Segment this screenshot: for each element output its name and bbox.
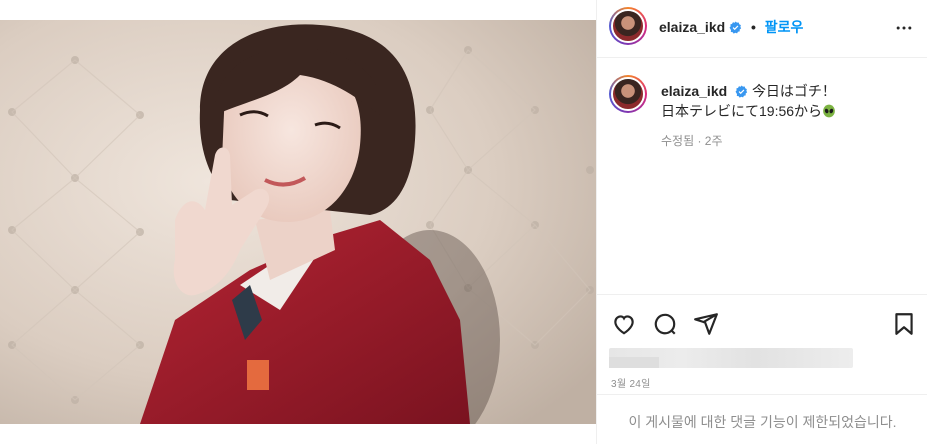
post-actions: 3월 24일 <box>597 294 927 394</box>
comments-disabled-text: 이 게시물에 대한 댓글 기능이 제한되었습니다. <box>628 414 897 430</box>
header-username[interactable]: elaiza_ikd <box>659 19 725 35</box>
post-photo[interactable] <box>0 20 596 424</box>
post-header: elaiza_ikd • 팔로우 <box>597 0 927 58</box>
avatar[interactable] <box>609 75 647 113</box>
post-side-panel: elaiza_ikd • 팔로우 elaiza_ikd 今日はゴチ！ 日本テレビ… <box>596 0 927 444</box>
alien-icon <box>823 104 835 118</box>
more-horizontal-icon[interactable] <box>894 18 914 38</box>
comments-disabled-bar: 이 게시물에 대한 댓글 기능이 제한되었습니다. <box>597 394 927 444</box>
likes-count-blurred <box>609 357 659 368</box>
bookmark-icon[interactable] <box>891 311 917 337</box>
caption-line-2: 日本テレビにて19:56から <box>661 103 823 119</box>
caption-meta: 수정됨 · 2주 <box>661 134 723 148</box>
caption-line-1: 今日はゴチ！ <box>751 83 836 99</box>
comment-icon[interactable] <box>652 311 678 337</box>
post-image <box>0 20 596 424</box>
follow-button[interactable]: 팔로우 <box>765 19 804 35</box>
verified-badge-icon <box>729 21 742 34</box>
caption-text: elaiza_ikd 今日はゴチ！ 日本テレビにて19:56から <box>661 81 916 121</box>
caption-username[interactable]: elaiza_ikd <box>661 83 727 99</box>
send-icon[interactable] <box>693 311 719 337</box>
header-user: elaiza_ikd • 팔로우 <box>659 17 803 37</box>
verified-badge-icon <box>735 85 748 98</box>
avatar[interactable] <box>609 7 647 45</box>
heart-icon[interactable] <box>611 311 637 337</box>
post-modal: elaiza_ikd • 팔로우 elaiza_ikd 今日はゴチ！ 日本テレビ… <box>0 0 927 444</box>
separator-dot: • <box>750 19 756 35</box>
post-date[interactable]: 3월 24일 <box>611 375 651 390</box>
